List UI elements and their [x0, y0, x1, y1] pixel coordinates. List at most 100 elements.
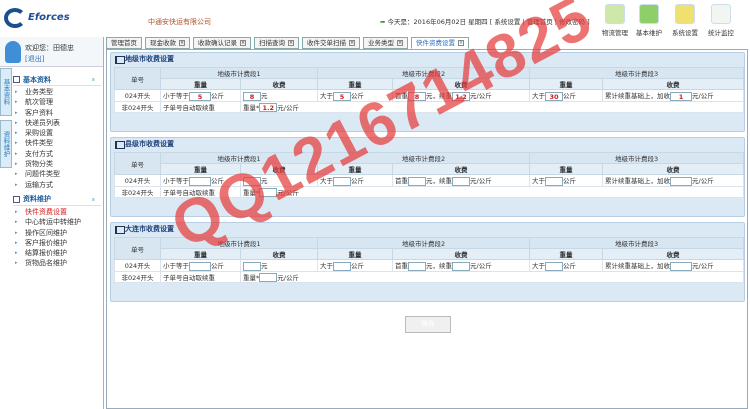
value-input[interactable]: 30 — [545, 91, 564, 101]
label: 大于 — [320, 92, 334, 100]
label: 单号 — [131, 160, 144, 169]
label: 元 — [261, 262, 268, 270]
menu-group-header[interactable]: 资料维护 « — [13, 194, 101, 206]
sidebar-item[interactable]: 货物品名维护 — [13, 258, 101, 269]
sidebar-item[interactable]: 货物分类 — [13, 159, 101, 170]
logistics-button[interactable]: 物流管理 — [597, 4, 633, 37]
close-icon[interactable]: × — [397, 40, 403, 46]
value-input[interactable] — [408, 176, 427, 186]
sidebar-item[interactable]: 运输方式 — [13, 180, 101, 191]
label: 重量 — [559, 251, 573, 259]
label: 非024开头 — [121, 273, 154, 282]
sidebar-item[interactable]: 快件资费设置 — [13, 207, 101, 218]
close-icon[interactable]: × — [458, 40, 464, 46]
value-input[interactable] — [243, 261, 261, 271]
tab[interactable]: 管理首页 — [106, 37, 142, 49]
statistics-button[interactable]: 统计监控 — [703, 4, 739, 37]
label: 地级市计费段3 — [614, 70, 659, 78]
fee-table: 单号 地级市计费段1 地级市计费段2 地级市计费段3 重量 收费 重量 收费 重量 收费 024… — [114, 237, 745, 283]
value-input[interactable] — [333, 176, 352, 186]
sidebar-item[interactable]: 业务类型 — [13, 87, 101, 98]
fee-table: 单号 地级市计费段1 地级市计费段2 地级市计费段3 重量 收费 重量 收费 重量 收费 024… — [114, 152, 745, 198]
label: 大于 — [532, 92, 546, 100]
label: 累计续重基础上，加收 — [605, 92, 671, 100]
value-input[interactable] — [333, 261, 352, 271]
table-row: 024开头 小于等于 5 公斤 8元 大于 5 公斤 首重 8 元，续重 1.2 元/公斤 大于… — [114, 89, 745, 102]
link-home[interactable]: 管理首页 — [527, 18, 553, 26]
sidebar-item[interactable]: 客户资料 — [13, 108, 101, 119]
col-fee: 收费 — [602, 248, 745, 260]
label: 元/公斤 — [470, 262, 492, 270]
tab[interactable]: 现金收款 × — [145, 37, 190, 49]
collapse-icon[interactable]: « — [90, 198, 97, 202]
save-button[interactable]: 保存 — [405, 316, 451, 333]
value-input[interactable]: 5 — [189, 91, 211, 101]
group-title: 基本资料 — [23, 75, 51, 84]
tab[interactable]: 扫描查询 × — [254, 37, 299, 49]
system-settings-button[interactable]: 系统设置 — [667, 4, 703, 37]
date-text: 今天是：2016年06月02日 星期四 — [387, 18, 488, 26]
link-system-settings[interactable]: 系统设置 — [494, 18, 520, 26]
value-input[interactable] — [189, 176, 211, 186]
label: 地级市计费段1 — [217, 240, 261, 248]
col-weight: 重量 — [529, 163, 604, 175]
col-seg1: 地级市计费段1 — [159, 152, 319, 164]
value-input[interactable] — [189, 261, 211, 271]
value-input[interactable]: 1.2 — [259, 103, 278, 112]
sidebar-item[interactable]: 采购设置 — [13, 128, 101, 139]
value-input[interactable]: 8 — [243, 91, 261, 101]
sidebar-item[interactable]: 操作区间维护 — [13, 228, 101, 239]
sidebar-item[interactable]: 支付方式 — [13, 149, 101, 160]
close-icon[interactable]: × — [349, 40, 355, 46]
value-input[interactable] — [452, 176, 471, 186]
value-input[interactable] — [408, 261, 427, 271]
value-input[interactable] — [243, 176, 261, 186]
vtab-basic[interactable]: 基本资料 — [0, 68, 12, 116]
value-input[interactable] — [259, 273, 278, 282]
value-input[interactable] — [545, 176, 564, 186]
table-row: 024开头 小于等于 公斤 元 大于 公斤 首重 元，续重 元/公斤 大于 公斤 累计续重… — [114, 174, 745, 187]
close-icon[interactable]: × — [288, 40, 294, 46]
collapse-icon[interactable]: « — [90, 78, 97, 82]
col-fee: 收费 — [392, 248, 531, 260]
logo: Eforces — [4, 8, 74, 30]
logout-link[interactable]: [退出] — [25, 54, 44, 64]
label: 重量 — [348, 166, 362, 174]
basic-maintenance-button[interactable]: 基本维护 — [631, 4, 667, 37]
label: 累计续重基础上，加收 — [605, 262, 671, 270]
tab[interactable]: 收款确认记录 × — [193, 37, 251, 49]
sidebar-item[interactable]: 结算报价维护 — [13, 248, 101, 259]
value-input[interactable]: 8 — [408, 91, 427, 101]
link-change-password[interactable]: 修改密码 — [559, 18, 585, 26]
value-input[interactable] — [545, 261, 564, 271]
value-input[interactable]: 1 — [670, 91, 693, 101]
label: 单号 — [131, 245, 144, 254]
col-fee: 收费 — [392, 78, 531, 90]
tab-label: 现金收款 — [150, 38, 176, 47]
value-input[interactable] — [670, 261, 693, 271]
sidebar-item[interactable]: 客户报价维护 — [13, 238, 101, 249]
col-seg2: 地级市计费段2 — [317, 152, 531, 164]
tab[interactable]: 收件交单扫描 × — [302, 37, 360, 49]
company-name: 中通安快运有限公司 — [148, 18, 211, 26]
close-icon[interactable]: × — [179, 40, 185, 46]
label: 地级市计费段2 — [401, 155, 446, 163]
value-input[interactable]: 5 — [333, 91, 352, 101]
label: 重量 — [194, 81, 207, 89]
sidebar-item[interactable]: 航次管理 — [13, 97, 101, 108]
sidebar-item[interactable]: 快件类型 — [13, 138, 101, 149]
sidebar-item[interactable]: 问题件类型 — [13, 169, 101, 180]
tab[interactable]: 业务类型 × — [363, 37, 408, 49]
sidebar-item[interactable]: 快递员列表 — [13, 118, 101, 129]
header: Eforces 中通安快运有限公司 ➦ 今天是：2016年06月02日 星期四 … — [0, 0, 750, 37]
tab[interactable]: 快件资费设置 × — [411, 37, 469, 49]
sidebar-item[interactable]: 中心转运中转维护 — [13, 217, 101, 228]
value-input[interactable] — [259, 188, 278, 197]
value-input[interactable] — [452, 261, 471, 271]
vtab-maintenance[interactable]: 资料维护 — [0, 120, 12, 168]
close-icon[interactable]: × — [240, 40, 246, 46]
value-input[interactable] — [670, 176, 693, 186]
menu-group-header[interactable]: 基本资料 « — [13, 74, 101, 86]
label: 收费 — [666, 166, 680, 174]
value-input[interactable]: 1.2 — [452, 91, 471, 101]
